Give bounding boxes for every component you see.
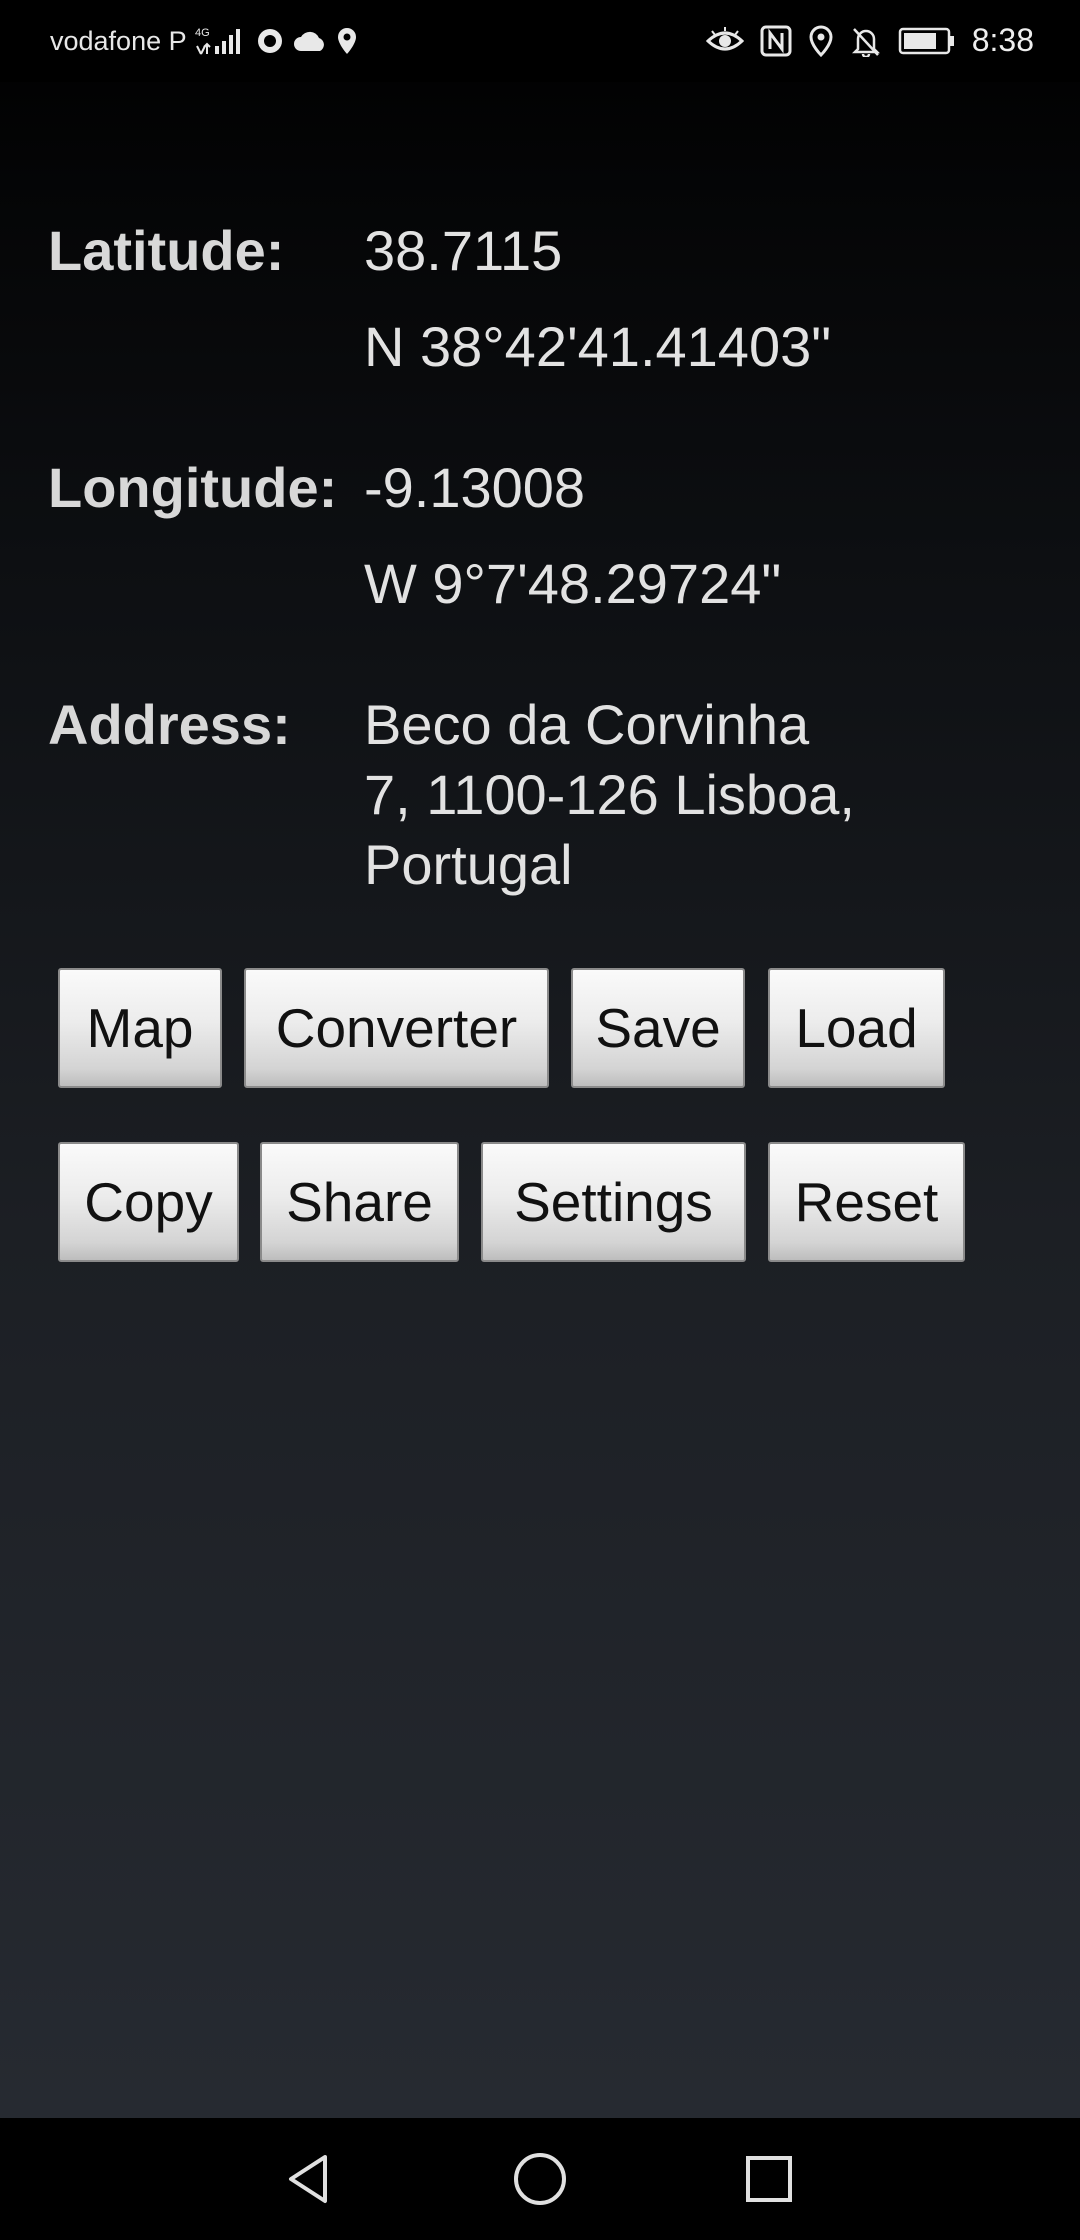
longitude-label: Longitude: xyxy=(48,456,338,519)
nfc-icon xyxy=(760,25,792,57)
location-icon xyxy=(335,26,359,56)
longitude-decimal: -9.13008 xyxy=(364,456,586,519)
signal-icon: 4G xyxy=(195,24,247,58)
location-status-icon xyxy=(808,24,834,57)
circle-icon xyxy=(255,26,285,56)
map-button[interactable]: Map xyxy=(58,968,222,1088)
reset-button[interactable]: Reset xyxy=(768,1142,965,1262)
save-button[interactable]: Save xyxy=(571,968,745,1088)
clock: 8:38 xyxy=(971,22,1034,58)
battery-icon xyxy=(898,26,956,56)
bell-off-icon xyxy=(850,25,882,57)
settings-button[interactable]: Settings xyxy=(481,1142,746,1262)
load-button[interactable]: Load xyxy=(768,968,945,1088)
latitude-label: Latitude: xyxy=(48,219,285,282)
status-right: 8:38 xyxy=(705,22,1034,59)
share-button[interactable]: Share xyxy=(260,1142,459,1262)
address-line-1: Beco da Corvinha xyxy=(364,693,810,756)
copy-button[interactable]: Copy xyxy=(58,1142,239,1262)
eye-icon xyxy=(705,26,744,55)
address-label: Address: xyxy=(48,693,291,756)
back-icon[interactable] xyxy=(276,2146,342,2212)
status-bar: vodafone P 4G 8:38 xyxy=(0,0,1080,82)
navigation-bar xyxy=(0,2118,1080,2240)
address-line-2: 7, 1100-126 Lisboa, xyxy=(364,763,855,826)
latitude-dms: N 38°42'41.41403" xyxy=(364,315,832,378)
address-line-3: Portugal xyxy=(364,833,573,896)
network-type: 4G xyxy=(195,27,210,39)
converter-button[interactable]: Converter xyxy=(244,968,549,1088)
home-icon[interactable] xyxy=(507,2146,573,2212)
longitude-dms: W 9°7'48.29724" xyxy=(364,552,782,615)
latitude-decimal: 38.7115 xyxy=(364,219,563,282)
recents-icon[interactable] xyxy=(736,2146,802,2212)
cloud-icon xyxy=(293,29,327,53)
carrier-name: vodafone P xyxy=(50,25,187,56)
status-left: vodafone P 4G xyxy=(50,24,359,58)
